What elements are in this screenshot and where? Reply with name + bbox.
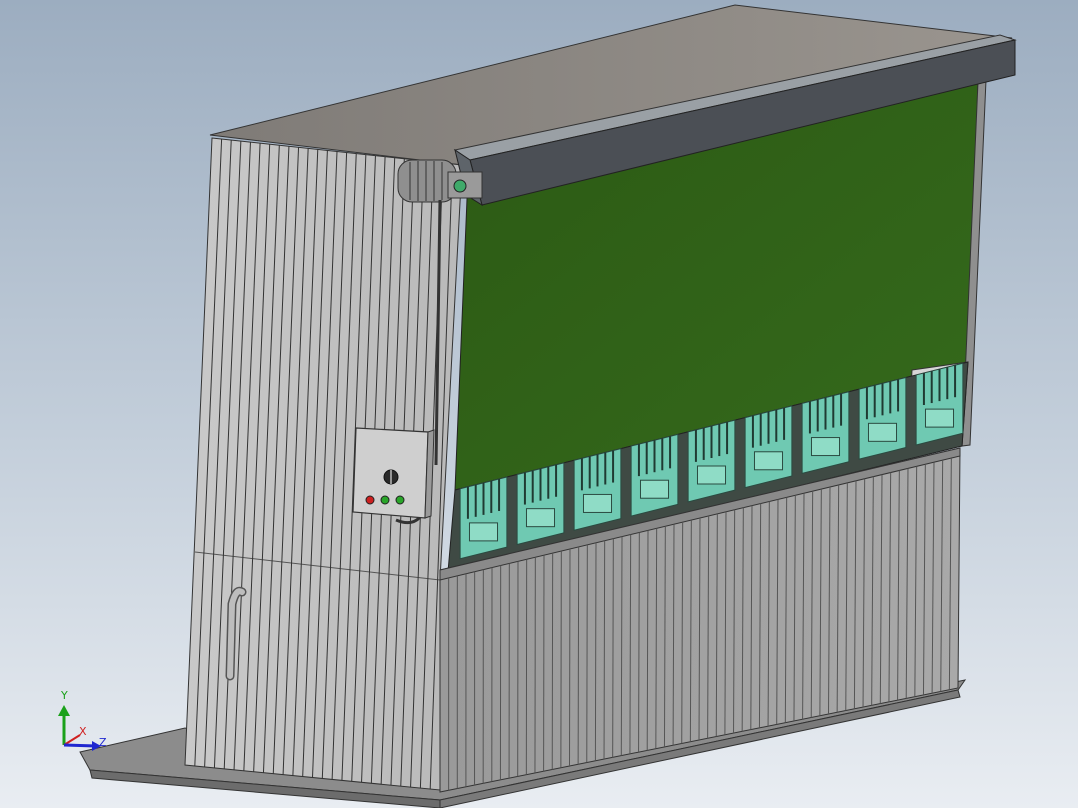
dust-collector-model[interactable]: Y X Z — [0, 0, 1078, 808]
hopper-rib — [612, 538, 614, 758]
z-axis — [63, 743, 97, 748]
axis-triad: Y X Z — [58, 689, 107, 751]
y-axis-arrow — [58, 705, 70, 716]
cartridge-window — [924, 408, 955, 428]
y-axis-label: Y — [60, 689, 68, 702]
hopper-rib — [586, 544, 588, 763]
hopper-rib — [569, 548, 571, 767]
hopper-rib — [620, 536, 623, 756]
fan-motor-icon — [397, 159, 457, 203]
cartridge-window — [753, 451, 784, 471]
z-axis-label: Z — [99, 736, 107, 749]
hopper-rib — [577, 546, 580, 765]
hopper-rib — [594, 542, 597, 761]
indicator-lamp-run — [380, 495, 390, 505]
cartridge-window — [582, 493, 613, 513]
indicator-lamp-power — [395, 495, 405, 505]
control-box[interactable] — [352, 427, 435, 519]
cartridge-window — [525, 508, 556, 528]
x-axis-label: X — [79, 725, 87, 738]
cartridge-window — [696, 465, 727, 485]
cartridge-window — [639, 479, 670, 499]
x-axis — [63, 734, 81, 746]
cartridge-window — [867, 422, 898, 442]
indicator-lamp-stop — [365, 495, 375, 505]
cartridge-window — [810, 437, 841, 457]
hopper-rib — [603, 540, 606, 760]
cartridge-window — [468, 522, 499, 542]
cad-viewport[interactable]: Y X Z — [0, 0, 1078, 808]
